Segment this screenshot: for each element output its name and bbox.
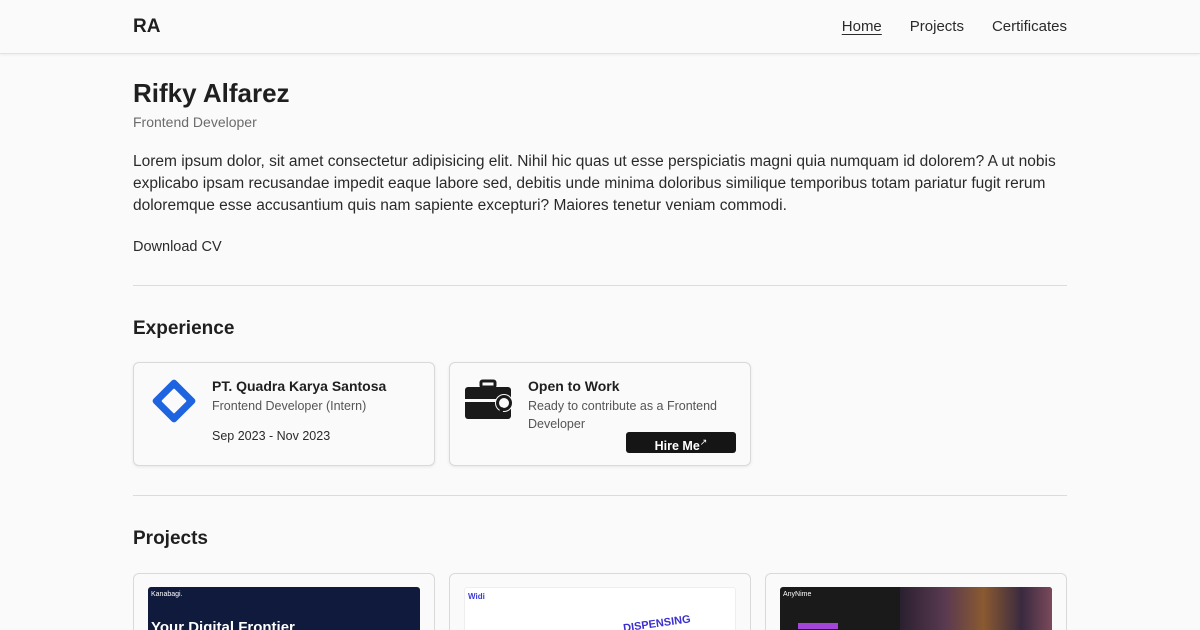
experience-position: Frontend Developer (Intern)	[212, 399, 367, 413]
experience-company: PT. Quadra Karya Santosa	[212, 378, 387, 394]
download-cv-link[interactable]: Download CV	[133, 239, 222, 255]
thumbnail-button	[798, 623, 838, 629]
experience-heading: Experience	[133, 318, 235, 339]
profile-role: Frontend Developer	[133, 114, 257, 130]
nav-link-projects[interactable]: Projects	[910, 18, 964, 35]
nav-links: Home Projects Certificates	[842, 18, 1067, 35]
nav-link-certificates[interactable]: Certificates	[992, 18, 1067, 35]
thumbnail-headline: Your Digital Frontier	[151, 619, 295, 630]
open-to-work-description: Ready to contribute as a Frontend Develo…	[528, 399, 718, 431]
site-logo[interactable]: RA	[133, 16, 160, 38]
open-to-work-card: Open to Work Ready to contribute as a Fr…	[449, 362, 751, 466]
section-divider	[133, 495, 1067, 496]
briefcase-search-icon	[464, 375, 516, 427]
profile-name: Rifky Alfarez	[133, 78, 290, 108]
thumbnail-brand: Kanabagi.	[151, 591, 183, 598]
top-navbar: RA Home Projects Certificates	[0, 0, 1200, 54]
hire-me-label: Hire Me	[654, 439, 700, 454]
nav-link-home[interactable]: Home	[842, 18, 882, 35]
project-thumbnail: Widi DISPENSING	[464, 587, 736, 630]
thumbnail-brand: Widi	[468, 592, 485, 601]
thumbnail-headline: DISPENSING	[622, 613, 692, 630]
project-card[interactable]: AnyNime	[765, 573, 1067, 630]
project-thumbnail: Kanabagi. Your Digital Frontier	[148, 587, 420, 630]
project-card[interactable]: Widi DISPENSING	[449, 573, 751, 630]
section-divider	[133, 285, 1067, 286]
arrow-up-right-icon: ↗	[699, 437, 708, 447]
hire-me-button[interactable]: Hire Me↗	[626, 432, 736, 453]
project-thumbnail: AnyNime	[780, 587, 1052, 630]
thumbnail-brand: AnyNime	[783, 591, 812, 598]
open-to-work-title: Open to Work	[528, 378, 620, 394]
experience-card: PT. Quadra Karya Santosa Frontend Develo…	[133, 362, 435, 466]
project-card[interactable]: Kanabagi. Your Digital Frontier	[133, 573, 435, 630]
projects-heading: Projects	[133, 528, 208, 549]
diamond-logo-icon	[148, 375, 200, 427]
experience-period: Sep 2023 - Nov 2023	[212, 429, 331, 443]
profile-bio: Lorem ipsum dolor, sit amet consectetur …	[133, 153, 1056, 214]
